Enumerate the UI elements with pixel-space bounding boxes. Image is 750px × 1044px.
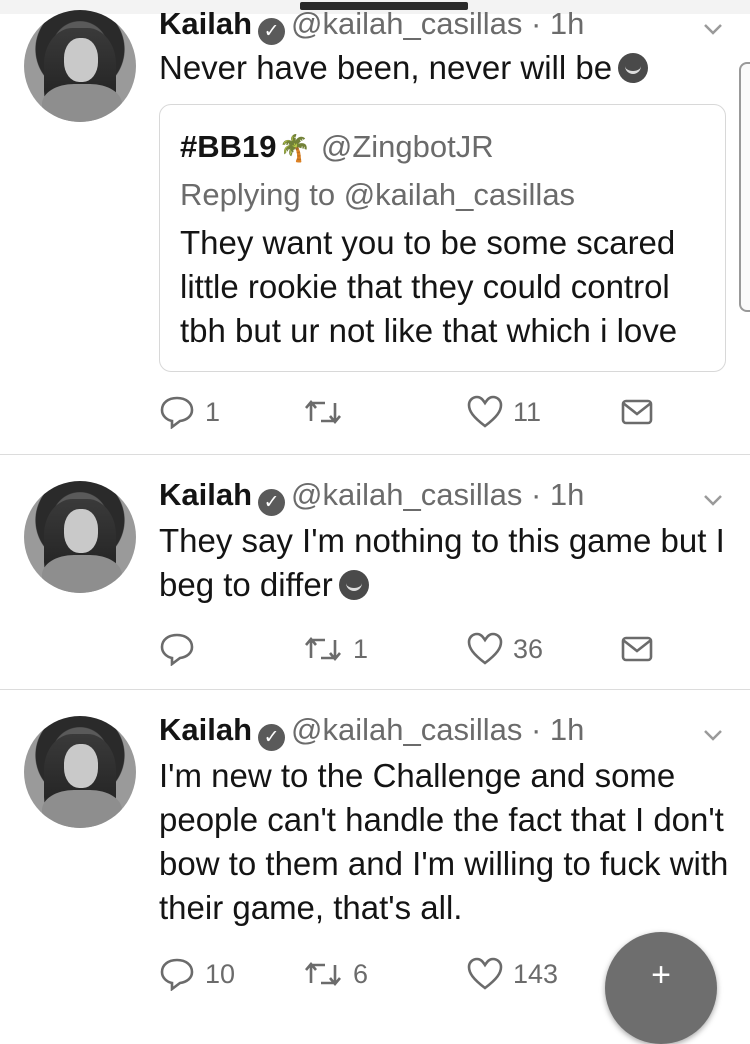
- author-name[interactable]: Kailah: [159, 6, 252, 41]
- retweet-count: 6: [353, 958, 369, 989]
- tweet-header: Kailah ✓ @kailah_casillas · 1h: [159, 712, 584, 751]
- tweet-text: Never have been, never will be: [159, 46, 734, 90]
- author-handle[interactable]: @kailah_casillas · 1h: [291, 477, 584, 512]
- like-button[interactable]: 36: [467, 629, 543, 669]
- retweet-button[interactable]: [303, 392, 353, 432]
- chevron-down-icon[interactable]: [700, 487, 726, 513]
- quote-author-handle: @ZingbotJR: [320, 129, 494, 164]
- reply-icon: [160, 396, 194, 429]
- author-handle[interactable]: @kailah_casillas · 1h: [291, 712, 584, 747]
- avatar[interactable]: [24, 481, 136, 593]
- author-handle[interactable]: @kailah_casillas · 1h: [291, 6, 584, 41]
- quote-replying-to: Replying to @kailah_casillas: [180, 177, 576, 212]
- reply-count: 1: [205, 396, 221, 427]
- tweet-text: They say I'm nothing to this game but I …: [159, 522, 725, 603]
- tweet-actions: 1 11: [159, 392, 679, 432]
- verified-icon: ✓: [258, 489, 286, 516]
- like-count: 11: [513, 396, 542, 427]
- compose-tweet-button[interactable]: +: [605, 932, 717, 1044]
- see-no-evil-emoji-icon: [618, 53, 649, 83]
- heart-icon: [467, 957, 503, 990]
- quote-text: They want you to be some scared little r…: [180, 224, 678, 349]
- reply-count: 10: [205, 958, 236, 989]
- side-scroll-handle[interactable]: [739, 62, 750, 312]
- heart-icon: [467, 395, 503, 428]
- retweet-button[interactable]: 1: [303, 629, 368, 669]
- chevron-down-icon[interactable]: [700, 722, 726, 748]
- like-button[interactable]: 11: [467, 392, 541, 432]
- reply-button[interactable]: [159, 629, 205, 669]
- heart-icon: [467, 632, 503, 665]
- compose-feather-icon: +: [651, 956, 671, 994]
- envelope-icon: [621, 399, 653, 425]
- tweet-2[interactable]: Kailah ✓ @kailah_casillas · 1h They say I'…: [0, 455, 750, 689]
- reply-icon: [160, 633, 194, 666]
- reply-icon: [160, 958, 194, 991]
- author-name[interactable]: Kailah: [159, 712, 252, 747]
- avatar[interactable]: [24, 10, 136, 122]
- quoted-tweet[interactable]: #BB19🌴 @ZingbotJR Replying to @kailah_cas…: [159, 104, 726, 372]
- tweet-actions: 10 6 143: [159, 954, 679, 994]
- author-name[interactable]: Kailah: [159, 477, 252, 512]
- dm-button[interactable]: [621, 392, 653, 432]
- reply-button[interactable]: 10: [159, 954, 235, 994]
- retweet-icon: [305, 636, 341, 662]
- dm-button[interactable]: [621, 629, 653, 669]
- tweet-1[interactable]: Kailah ✓ @kailah_casillas · 1h Never have …: [0, 0, 750, 454]
- like-count: 36: [513, 633, 544, 664]
- chevron-down-icon[interactable]: [700, 16, 726, 42]
- palm-tree-icon: 🌴: [278, 133, 311, 163]
- like-count: 143: [513, 958, 559, 989]
- envelope-icon: [621, 636, 653, 662]
- verified-icon: ✓: [258, 18, 286, 45]
- retweet-icon: [305, 399, 341, 425]
- retweet-count: 1: [353, 633, 369, 664]
- smiling-devil-emoji-icon: [338, 570, 369, 600]
- quote-header: #BB19🌴 @ZingbotJR: [180, 129, 494, 165]
- reply-button[interactable]: 1: [159, 392, 220, 432]
- tweet-header: Kailah ✓ @kailah_casillas · 1h: [159, 477, 584, 516]
- tweet-text: I'm new to the Challenge and some people…: [159, 757, 729, 926]
- quote-author-name: #BB19: [180, 129, 277, 164]
- retweet-button[interactable]: 6: [303, 954, 368, 994]
- tweet-actions: 1 36: [159, 629, 679, 669]
- verified-icon: ✓: [258, 724, 286, 751]
- tweet-header: Kailah ✓ @kailah_casillas · 1h: [159, 6, 584, 45]
- avatar[interactable]: [24, 716, 136, 828]
- retweet-icon: [305, 961, 341, 987]
- like-button[interactable]: 143: [467, 954, 558, 994]
